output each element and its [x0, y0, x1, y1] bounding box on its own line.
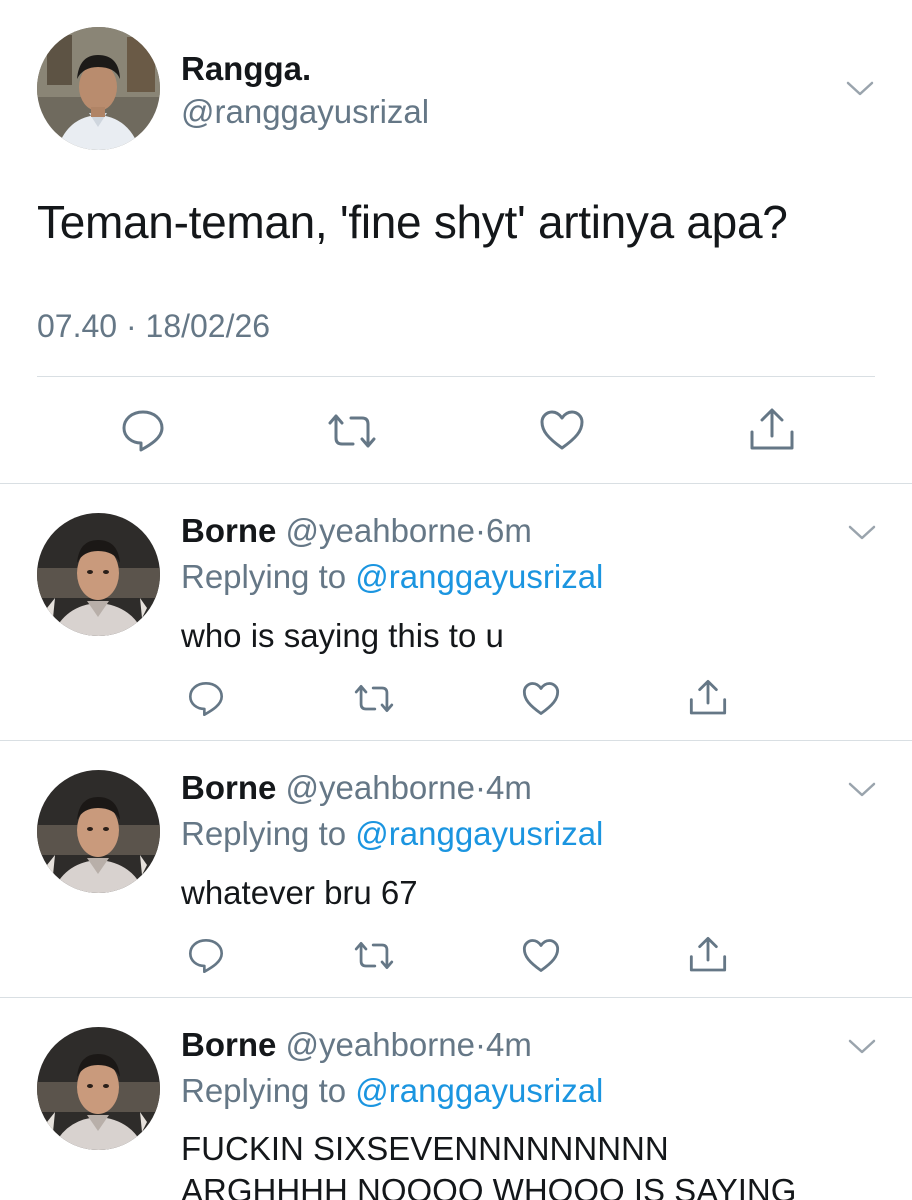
reply-text: whatever bru 67	[181, 872, 418, 914]
reply-time[interactable]: 4m	[486, 1026, 532, 1063]
author-name[interactable]: Borne	[181, 1026, 276, 1063]
reply-text: FUCKIN SIXSEVENNNNNNNNN ARGHHHH NOOOO WH…	[181, 1128, 796, 1200]
tweet-timestamp[interactable]: 07.40 · 18/02/26	[37, 308, 270, 345]
reply-actions	[0, 931, 912, 981]
replying-prefix: Replying to	[181, 558, 347, 595]
separator-dot: ·	[474, 1026, 486, 1063]
share-icon[interactable]	[688, 935, 728, 975]
author-handle[interactable]: @yeahborne	[286, 512, 475, 549]
chevron-down-icon[interactable]	[847, 1036, 877, 1056]
avatar[interactable]	[37, 1027, 160, 1150]
retweet-icon[interactable]	[353, 683, 395, 714]
replying-to: Replying to @ranggayusrizal	[181, 1072, 603, 1110]
reply-tweet[interactable]: Borne @yeahborne·6m Replying to @ranggay…	[0, 484, 912, 740]
author-name[interactable]: Borne	[181, 512, 276, 549]
replying-prefix: Replying to	[181, 1072, 347, 1109]
reply-time[interactable]: 6m	[486, 512, 532, 549]
avatar[interactable]	[37, 770, 160, 893]
share-icon[interactable]	[688, 678, 728, 718]
mention-link[interactable]: @ranggayusrizal	[355, 815, 603, 852]
reply-time[interactable]: 4m	[486, 769, 532, 806]
author-handle[interactable]: @ranggayusrizal	[181, 93, 429, 131]
main-tweet: Rangga. @ranggayusrizal Teman-teman, 'fi…	[0, 0, 912, 484]
author-handle[interactable]: @yeahborne	[286, 1026, 475, 1063]
share-icon[interactable]	[748, 406, 796, 454]
divider	[37, 376, 875, 377]
chevron-down-icon[interactable]	[847, 522, 877, 542]
reply-text-line: whatever bru 67	[181, 874, 418, 911]
replying-prefix: Replying to	[181, 815, 347, 852]
replying-to: Replying to @ranggayusrizal	[181, 558, 603, 596]
separator-dot: ·	[474, 769, 486, 806]
reply-header: Borne @yeahborne·4m	[181, 1026, 532, 1064]
retweet-icon[interactable]	[326, 412, 378, 450]
reply-actions	[0, 674, 912, 724]
mention-link[interactable]: @ranggayusrizal	[355, 1072, 603, 1109]
author-name[interactable]: Rangga.	[181, 50, 311, 88]
author-handle[interactable]: @yeahborne	[286, 769, 475, 806]
separator-dot: ·	[474, 512, 486, 549]
chevron-down-icon[interactable]	[845, 78, 875, 98]
reply-text-line: ARGHHHH NOOOO WHOOO IS SAYING	[181, 1172, 797, 1200]
reply-header: Borne @yeahborne·6m	[181, 512, 532, 550]
reply-icon[interactable]	[187, 937, 225, 975]
reply-tweet[interactable]: Borne @yeahborne·4m Replying to @ranggay…	[0, 741, 912, 997]
like-icon[interactable]	[521, 680, 561, 717]
avatar[interactable]	[37, 27, 160, 150]
replying-to: Replying to @ranggayusrizal	[181, 815, 603, 853]
reply-text-line: FUCKIN SIXSEVENNNNNNNNN	[181, 1130, 669, 1167]
reply-icon[interactable]	[120, 408, 166, 454]
retweet-icon[interactable]	[353, 940, 395, 971]
reply-icon[interactable]	[187, 680, 225, 718]
tweet-actions	[0, 400, 912, 460]
mention-link[interactable]: @ranggayusrizal	[355, 558, 603, 595]
chevron-down-icon[interactable]	[847, 779, 877, 799]
avatar[interactable]	[37, 513, 160, 636]
reply-tweet[interactable]: Borne @yeahborne·4m Replying to @ranggay…	[0, 998, 912, 1200]
reply-header: Borne @yeahborne·4m	[181, 769, 532, 807]
reply-text-line: who is saying this to u	[181, 617, 504, 654]
reply-text: who is saying this to u	[181, 615, 504, 657]
like-icon[interactable]	[538, 408, 586, 452]
like-icon[interactable]	[521, 937, 561, 974]
tweet-text: Teman-teman, 'fine shyt' artinya apa?	[37, 196, 788, 248]
author-name[interactable]: Borne	[181, 769, 276, 806]
